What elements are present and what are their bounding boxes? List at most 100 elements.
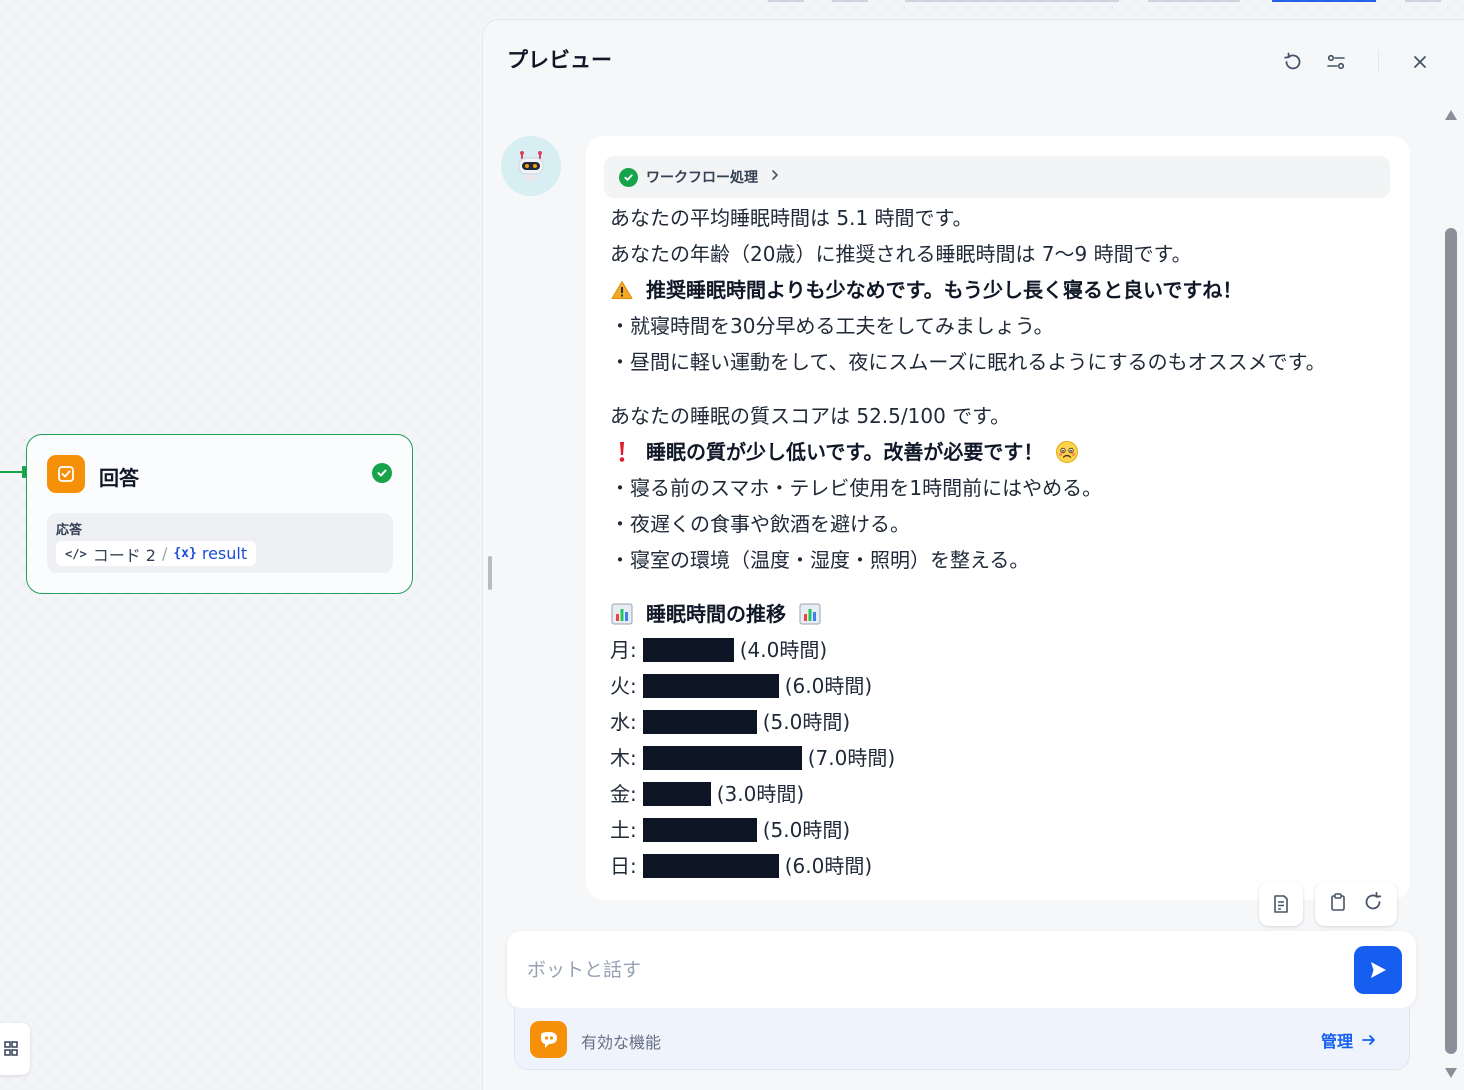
check-circle-icon bbox=[619, 167, 638, 187]
chart-colon: : bbox=[630, 782, 637, 806]
chart-bar bbox=[642, 674, 779, 698]
scrollbar-thumb[interactable] bbox=[1445, 228, 1457, 1054]
chart-value-label: (6.0時間) bbox=[784, 674, 873, 698]
settings-sliders-icon[interactable] bbox=[1322, 48, 1350, 76]
bar-chart-icon bbox=[610, 602, 634, 626]
node-field: 応答 </> コード 2 / {x} result bbox=[47, 513, 393, 573]
code-icon: </> bbox=[65, 546, 87, 561]
chart-colon: : bbox=[630, 710, 637, 734]
document-icon[interactable] bbox=[1259, 882, 1303, 926]
message-text: あなたの睡眠の質スコアは 52.5/100 です。 bbox=[610, 404, 1011, 428]
scroll-up-arrow[interactable] bbox=[1445, 110, 1457, 120]
toolbar-fragment bbox=[905, 0, 1119, 2]
arrow-right-icon bbox=[1362, 1035, 1375, 1045]
toolbar-fragment bbox=[1272, 0, 1376, 2]
warning-icon bbox=[610, 278, 634, 302]
features-bar: 有効な機能 管理 bbox=[514, 1008, 1410, 1070]
chart-bar bbox=[642, 818, 757, 842]
features-label: 有効な機能 bbox=[581, 1033, 662, 1052]
send-button[interactable] bbox=[1354, 946, 1402, 994]
chart-colon: : bbox=[630, 818, 637, 842]
chart-bar bbox=[642, 746, 802, 770]
message-text: ・寝る前のスマホ・テレビ使用を1時間前にはやめる。 bbox=[610, 476, 1103, 500]
message-content: あなたの平均睡眠時間は 5.1 時間です。 あなたの年齢（20歳）に推奨される睡… bbox=[610, 200, 1326, 884]
message-text: あなたの平均睡眠時間は 5.1 時間です。 bbox=[610, 206, 973, 230]
field-label: 応答 bbox=[56, 523, 83, 538]
chart-day-label: 日 bbox=[610, 854, 630, 878]
send-icon bbox=[1371, 962, 1386, 978]
chart-day-label: 金 bbox=[610, 782, 630, 806]
chart-value-label: (7.0時間) bbox=[807, 746, 896, 770]
panel-title: プレビュー bbox=[507, 48, 612, 72]
chart-bar bbox=[642, 854, 779, 878]
chart-value-label: (5.0時間) bbox=[762, 818, 851, 842]
chart-title: 睡眠時間の推移 bbox=[646, 602, 786, 626]
manage-link[interactable]: 管理 bbox=[1321, 1028, 1377, 1052]
chip-variable: result bbox=[201, 544, 248, 563]
clipboard-icon[interactable] bbox=[1328, 892, 1348, 916]
variable-chip[interactable]: </> コード 2 / {x} result bbox=[56, 541, 257, 566]
close-icon[interactable] bbox=[1406, 48, 1434, 76]
grid-icon[interactable] bbox=[0, 1023, 30, 1075]
chart-colon: : bbox=[630, 674, 637, 698]
manage-label: 管理 bbox=[1321, 1032, 1354, 1051]
toolbar-fragment bbox=[1148, 0, 1240, 2]
message-text: あなたの年齢（20歳）に推奨される睡眠時間は 7〜9 時間です。 bbox=[610, 242, 1192, 266]
chat-input[interactable] bbox=[527, 953, 1327, 987]
chart-day-label: 水 bbox=[610, 710, 630, 734]
chart-value-label: (4.0時間) bbox=[739, 638, 828, 662]
chart-value-label: (3.0時間) bbox=[716, 782, 805, 806]
toolbar-fragment bbox=[1405, 0, 1441, 2]
message-text: ・就寝時間を30分早める工夫をしてみましょう。 bbox=[610, 314, 1054, 338]
answer-node[interactable]: 回答 応答 </> コード 2 / {x} result bbox=[26, 434, 413, 594]
chart-bar bbox=[642, 710, 757, 734]
chart-day-label: 月 bbox=[610, 638, 630, 662]
chart-row: 木: (7.0時間) bbox=[610, 740, 1326, 776]
chart-row: 火: (6.0時間) bbox=[610, 668, 1326, 704]
scroll-down-arrow[interactable] bbox=[1445, 1068, 1457, 1078]
panel-resize-handle[interactable] bbox=[488, 556, 492, 590]
chart-bar bbox=[642, 638, 734, 662]
node-title: 回答 bbox=[99, 466, 139, 490]
variable-icon: {x} bbox=[173, 546, 197, 561]
answer-icon bbox=[47, 455, 85, 493]
chart-colon: : bbox=[630, 854, 637, 878]
regenerate-icon[interactable] bbox=[1362, 891, 1384, 917]
toolbar-fragment bbox=[832, 0, 868, 2]
warning-text: 推奨睡眠時間よりも少なめです。もう少し長く寝ると良いですね！ bbox=[646, 278, 1243, 302]
message-text: ・昼間に軽い運動をして、夜にスムーズに眠れるようにするのもオススメです。 bbox=[610, 350, 1326, 374]
chart-row: 月: (4.0時間) bbox=[610, 632, 1326, 668]
message-text: ・寝室の環境（温度・湿度・照明）を整える。 bbox=[610, 548, 1030, 572]
message-action-group bbox=[1315, 882, 1397, 926]
chart-value-label: (6.0時間) bbox=[784, 854, 873, 878]
header-divider bbox=[1378, 50, 1379, 72]
chart-row: 金: (3.0時間) bbox=[610, 776, 1326, 812]
chip-source: コード 2 bbox=[92, 545, 156, 565]
exclamation-icon bbox=[610, 440, 634, 464]
workflow-label: ワークフロー処理 bbox=[646, 170, 758, 186]
alert-text: 睡眠の質が少し低いです。改善が必要です！ bbox=[646, 440, 1044, 464]
chip-separator: / bbox=[161, 544, 168, 563]
workflow-process-toggle[interactable]: ワークフロー処理 bbox=[604, 156, 1390, 198]
quote-icon bbox=[530, 1021, 567, 1058]
chart-day-label: 土 bbox=[610, 818, 630, 842]
sleep-chart: 月: (4.0時間) 火: (6.0時間) 水: (5.0時間) 木: (7.0時間) 金: (3… bbox=[610, 632, 1326, 884]
chart-row: 水: (5.0時間) bbox=[610, 704, 1326, 740]
chart-colon: : bbox=[630, 638, 637, 662]
chart-day-label: 木 bbox=[610, 746, 630, 770]
chevron-right-icon bbox=[770, 169, 780, 185]
chart-colon: : bbox=[630, 746, 637, 770]
bot-message-bubble: ワークフロー処理 あなたの平均睡眠時間は 5.1 時間です。 あなたの年齢（20… bbox=[586, 136, 1410, 900]
chat-input-container bbox=[507, 931, 1416, 1008]
chart-value-label: (5.0時間) bbox=[762, 710, 851, 734]
chart-row: 日: (6.0時間) bbox=[610, 848, 1326, 884]
chart-row: 土: (5.0時間) bbox=[610, 812, 1326, 848]
toolbar-fragment bbox=[768, 0, 804, 2]
message-text: ・夜遅くの食事や飲酒を避ける。 bbox=[610, 512, 910, 536]
chart-bar bbox=[642, 782, 711, 806]
restart-icon[interactable] bbox=[1279, 48, 1307, 76]
bar-chart-icon bbox=[798, 602, 822, 626]
chart-day-label: 火 bbox=[610, 674, 630, 698]
robot-avatar-icon bbox=[501, 136, 561, 196]
worried-face-icon bbox=[1055, 440, 1079, 464]
